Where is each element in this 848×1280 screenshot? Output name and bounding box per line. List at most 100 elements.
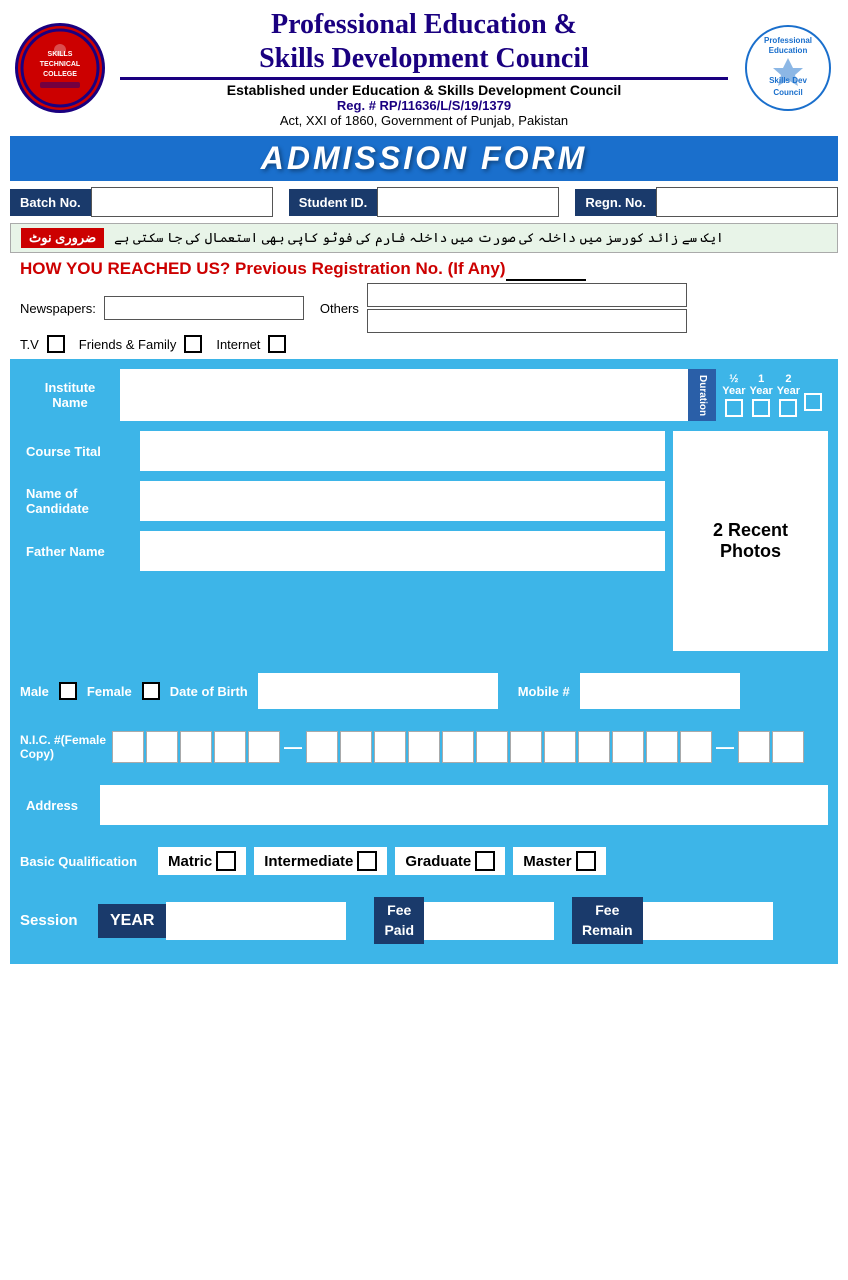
- nic-box-19[interactable]: [772, 731, 804, 763]
- male-checkbox[interactable]: [59, 682, 77, 700]
- graduate-checkbox[interactable]: [475, 851, 495, 871]
- nic-box-16[interactable]: [646, 731, 678, 763]
- intermediate-label: Intermediate: [264, 853, 353, 870]
- nic-box-1[interactable]: [112, 731, 144, 763]
- nic-box-5[interactable]: [248, 731, 280, 763]
- institute-input[interactable]: [120, 369, 688, 421]
- regn-input[interactable]: [656, 187, 838, 217]
- others-input-top[interactable]: [367, 283, 687, 307]
- fee-remain-input[interactable]: [643, 902, 773, 940]
- extra-checkbox[interactable]: [804, 393, 822, 411]
- mobile-label: Mobile #: [518, 684, 570, 699]
- dob-input[interactable]: [258, 673, 498, 709]
- qual-label: Basic Qualification: [20, 854, 150, 869]
- others-input-bottom[interactable]: [367, 309, 687, 333]
- nic-box-17[interactable]: [680, 731, 712, 763]
- reached-tv-row: T.V Friends & Family Internet: [20, 335, 828, 353]
- year-input[interactable]: [166, 902, 346, 940]
- institute-row: Institute Name Duration ½ Year 1 Year 2 …: [20, 369, 828, 421]
- student-id-input[interactable]: [377, 187, 559, 217]
- fee-paid-input[interactable]: [424, 902, 554, 940]
- half-year-checkbox[interactable]: [725, 399, 743, 417]
- institute-label: Institute Name: [20, 369, 120, 421]
- nic-box-13[interactable]: [544, 731, 576, 763]
- course-photos-row: Course Tital Name of Candidate Father Na…: [20, 431, 828, 651]
- svg-text:Council: Council: [773, 88, 802, 97]
- two-year-option: 2 Year: [777, 373, 800, 417]
- nic-box-7[interactable]: [340, 731, 372, 763]
- nic-dash-2: —: [714, 737, 736, 758]
- newspapers-input[interactable]: [104, 296, 304, 320]
- female-label: Female: [87, 684, 132, 699]
- note-badge: ضروری نوٹ: [21, 228, 104, 248]
- nic-box-15[interactable]: [612, 731, 644, 763]
- intermediate-checkbox[interactable]: [357, 851, 377, 871]
- intermediate-item: Intermediate: [254, 847, 387, 875]
- reached-newspapers-row: Newspapers: Others: [20, 283, 828, 333]
- address-input[interactable]: [100, 785, 828, 825]
- nic-box-6[interactable]: [306, 731, 338, 763]
- main-form: Institute Name Duration ½ Year 1 Year 2 …: [10, 359, 838, 964]
- photos-box: 2 Recent Photos: [673, 431, 828, 651]
- two-year-checkbox[interactable]: [779, 399, 797, 417]
- batch-row: Batch No. Student ID. Regn. No.: [10, 187, 838, 217]
- half-year-option: ½ Year: [722, 373, 745, 417]
- address-label: Address: [20, 794, 100, 817]
- father-label: Father Name: [20, 540, 140, 563]
- tv-checkbox[interactable]: [47, 335, 65, 353]
- master-label: Master: [523, 853, 571, 870]
- year-label: YEAR: [98, 904, 166, 938]
- logo-left: SKILLS TECHNICAL COLLEGE: [10, 23, 110, 113]
- one-year-checkbox[interactable]: [752, 399, 770, 417]
- how-reached-title: HOW YOU REACHED US? Previous Registratio…: [20, 259, 828, 281]
- svg-text:COLLEGE: COLLEGE: [43, 71, 77, 78]
- extra-option: [804, 379, 822, 411]
- nic-box-10[interactable]: [442, 731, 474, 763]
- friends-checkbox[interactable]: [184, 335, 202, 353]
- header-divider: [120, 77, 728, 80]
- fee-remain-block: Fee Remain: [572, 897, 773, 944]
- org-reg: Reg. # RP/11636/L/S/19/1379: [110, 98, 738, 113]
- header-center: Professional Education & Skills Developm…: [110, 8, 738, 128]
- matric-checkbox[interactable]: [216, 851, 236, 871]
- session-year-block: YEAR: [98, 902, 346, 940]
- fee-remain-label: Fee Remain: [572, 897, 643, 944]
- svg-text:TECHNICAL: TECHNICAL: [40, 61, 81, 68]
- male-label: Male: [20, 684, 49, 699]
- female-checkbox[interactable]: [142, 682, 160, 700]
- nic-box-11[interactable]: [476, 731, 508, 763]
- nic-row: N.I.C. #(Female Copy) — —: [20, 731, 828, 763]
- candidate-input[interactable]: [140, 481, 665, 521]
- student-id-label: Student ID.: [289, 189, 378, 216]
- master-item: Master: [513, 847, 605, 875]
- friends-label: Friends & Family: [79, 337, 177, 352]
- org-subtitle: Established under Education & Skills Dev…: [110, 82, 738, 98]
- nic-box-2[interactable]: [146, 731, 178, 763]
- batch-input[interactable]: [91, 187, 273, 217]
- gender-dob-row: Male Female Date of Birth Mobile #: [20, 673, 828, 709]
- course-input[interactable]: [140, 431, 665, 471]
- nic-box-14[interactable]: [578, 731, 610, 763]
- nic-box-18[interactable]: [738, 731, 770, 763]
- others-label: Others: [320, 301, 359, 316]
- nic-label: N.I.C. #(Female Copy): [20, 733, 110, 761]
- photos-text: 2 Recent Photos: [713, 520, 788, 562]
- org-act: Act, XXI of 1860, Government of Punjab, …: [110, 113, 738, 128]
- address-row: Address: [20, 785, 828, 825]
- nic-box-8[interactable]: [374, 731, 406, 763]
- nic-box-9[interactable]: [408, 731, 440, 763]
- nic-box-4[interactable]: [214, 731, 246, 763]
- master-checkbox[interactable]: [576, 851, 596, 871]
- svg-text:Education: Education: [769, 46, 808, 55]
- internet-checkbox[interactable]: [268, 335, 286, 353]
- nic-box-3[interactable]: [180, 731, 212, 763]
- admission-title-bar: ADMISSION FORM: [10, 136, 838, 181]
- duration-label: Duration: [688, 369, 716, 421]
- candidate-row: Name of Candidate: [20, 481, 665, 521]
- nic-box-12[interactable]: [510, 731, 542, 763]
- qualification-row: Basic Qualification Matric Intermediate …: [20, 847, 828, 875]
- org-title-line1: Professional Education &: [110, 8, 738, 42]
- dob-label: Date of Birth: [170, 684, 248, 699]
- mobile-input[interactable]: [580, 673, 740, 709]
- father-input[interactable]: [140, 531, 665, 571]
